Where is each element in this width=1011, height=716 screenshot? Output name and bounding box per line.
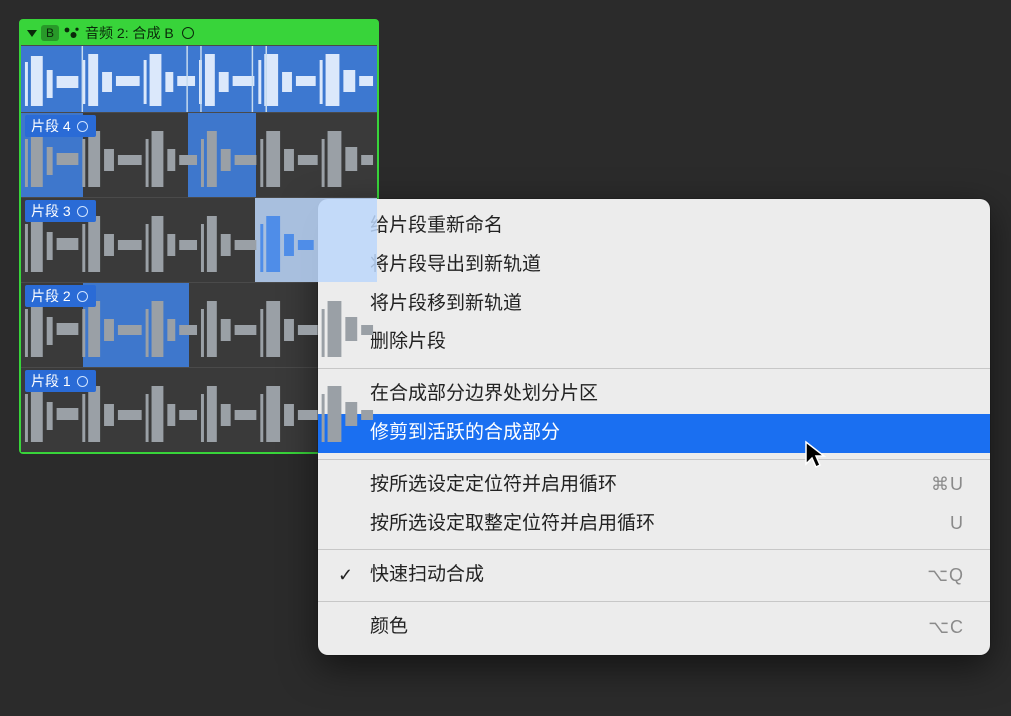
menu-item-rename-take[interactable]: 给片段重新命名 [318, 207, 990, 246]
disclosure-triangle-icon[interactable] [27, 30, 37, 37]
menu-item-delete-take[interactable]: 删除片段 [318, 323, 990, 362]
loop-ring-icon [182, 27, 194, 39]
take-label[interactable]: 片段 4 [25, 115, 96, 137]
take-label-text: 片段 3 [31, 201, 71, 221]
waveform [21, 46, 377, 112]
take-row[interactable]: 片段 3 [21, 197, 377, 282]
menu-separator [318, 601, 990, 602]
menu-shortcut: ⌥C [928, 617, 964, 639]
menu-separator [318, 368, 990, 369]
loop-ring-icon [77, 291, 88, 302]
menu-separator [318, 459, 990, 460]
comp-letter[interactable]: B [41, 25, 59, 41]
menu-item-set-rounded-locators[interactable]: 按所选设定取整定位符并启用循环 U [318, 505, 990, 544]
context-menu: 给片段重新命名 将片段导出到新轨道 将片段移到新轨道 删除片段 在合成部分边界处… [318, 199, 990, 655]
menu-shortcut: U [950, 513, 964, 535]
menu-item-quick-swipe[interactable]: ✓ 快速扫动合成 ⌥Q [318, 556, 990, 595]
menu-item-set-locators[interactable]: 按所选设定定位符并启用循环 ⌘U [318, 466, 990, 505]
menu-item-trim-to-active-comp[interactable]: 修剪到活跃的合成部分 [318, 414, 990, 453]
loop-ring-icon [77, 121, 88, 132]
loop-ring-icon [77, 206, 88, 217]
take-label-text: 片段 1 [31, 371, 71, 391]
take-folder-title: 音频 2: 合成 B [85, 23, 174, 43]
menu-item-label: 颜色 [370, 616, 408, 637]
take-folder-header[interactable]: B 音频 2: 合成 B [21, 21, 377, 45]
menu-shortcut: ⌥Q [927, 565, 964, 587]
menu-item-label: 快速扫动合成 [370, 564, 484, 585]
comp-menu-icon[interactable] [63, 26, 81, 40]
loop-ring-icon [77, 376, 88, 387]
take-label[interactable]: 片段 1 [25, 370, 96, 392]
menu-item-label: 按所选设定取整定位符并启用循环 [370, 513, 655, 534]
menu-shortcut: ⌘U [931, 474, 964, 496]
menu-separator [318, 549, 990, 550]
menu-item-slice-at-comp[interactable]: 在合成部分边界处划分片区 [318, 375, 990, 414]
menu-item-label: 按所选设定定位符并启用循环 [370, 474, 617, 495]
menu-item-color[interactable]: 颜色 ⌥C [318, 608, 990, 647]
menu-item-export-take[interactable]: 将片段导出到新轨道 [318, 246, 990, 285]
checkmark-icon: ✓ [338, 565, 353, 587]
comp-row[interactable] [21, 45, 377, 112]
menu-item-move-take[interactable]: 将片段移到新轨道 [318, 285, 990, 324]
take-folder[interactable]: B 音频 2: 合成 B [19, 19, 379, 454]
take-row[interactable]: 片段 2 [21, 282, 377, 367]
take-label[interactable]: 片段 3 [25, 200, 96, 222]
take-label[interactable]: 片段 2 [25, 285, 96, 307]
take-row[interactable]: 片段 4 [21, 112, 377, 197]
take-label-text: 片段 4 [31, 116, 71, 136]
take-label-text: 片段 2 [31, 286, 71, 306]
take-row[interactable]: 片段 1 [21, 367, 377, 452]
